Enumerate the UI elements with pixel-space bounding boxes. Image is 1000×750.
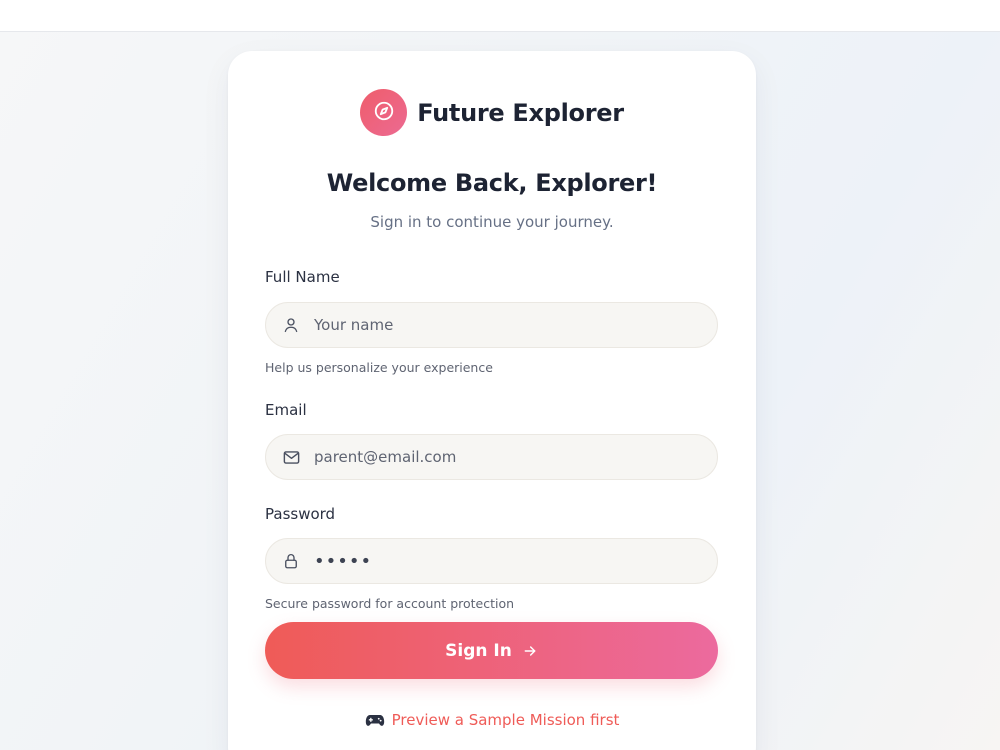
brand-name: Future Explorer <box>417 98 624 127</box>
gamepad-icon <box>365 712 385 728</box>
email-input[interactable] <box>314 448 694 466</box>
mail-icon <box>280 446 302 468</box>
top-bar <box>0 0 1000 32</box>
email-label: Email <box>265 401 307 419</box>
full-name-input[interactable] <box>314 316 694 334</box>
page-title: Welcome Back, Explorer! <box>326 169 658 197</box>
lock-icon <box>280 550 302 572</box>
full-name-field[interactable] <box>265 302 718 348</box>
password-field[interactable] <box>265 538 718 584</box>
full-name-hint: Help us personalize your experience <box>265 360 493 375</box>
full-name-label: Full Name <box>265 268 340 286</box>
arrow-right-icon <box>522 643 538 659</box>
password-label: Password <box>265 505 336 523</box>
signin-card: Future Explorer Welcome Back, Explorer! … <box>228 51 756 750</box>
user-icon <box>280 314 302 336</box>
brand: Future Explorer <box>228 89 756 136</box>
preview-link-label[interactable]: Preview a Sample Mission first <box>392 711 620 729</box>
preview-sample-mission-link[interactable]: Preview a Sample Mission first <box>228 711 756 729</box>
password-input[interactable] <box>314 550 694 572</box>
password-hint: Secure password for account protection <box>265 596 515 611</box>
email-field[interactable] <box>265 434 718 480</box>
sign-in-label: Sign In <box>445 640 512 661</box>
brand-badge <box>360 89 408 136</box>
compass-icon <box>373 100 395 126</box>
page-subtitle: Sign in to continue your journey. <box>370 213 614 231</box>
sign-in-button[interactable]: Sign In <box>265 622 718 679</box>
